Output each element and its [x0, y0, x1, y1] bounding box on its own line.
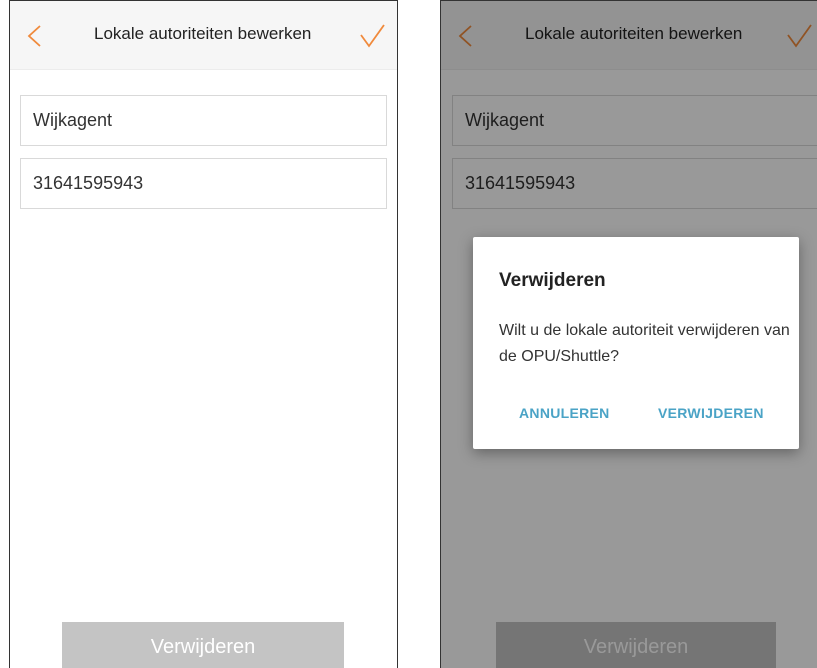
confirm-delete-button[interactable]: VERWIJDEREN	[658, 405, 764, 421]
dialog-title: Verwijderen	[499, 270, 606, 291]
edit-authority-screen: Lokale autoriteiten bewerken Wijkagent 3…	[9, 0, 398, 668]
chevron-left-icon	[27, 25, 41, 47]
delete-confirm-dialog: Verwijderen Wilt u de lokale autoriteit …	[473, 237, 799, 449]
delete-button[interactable]: Verwijderen	[62, 622, 344, 668]
save-button[interactable]	[357, 21, 389, 51]
dialog-message: Wilt u de lokale autoriteit verwijderen …	[499, 322, 790, 365]
edit-authority-screen-with-dialog: Lokale autoriteiten bewerken Wijkagent 3…	[440, 0, 817, 668]
back-button[interactable]	[22, 21, 50, 51]
name-field[interactable]: Wijkagent	[20, 95, 387, 146]
checkmark-icon	[360, 24, 385, 48]
page-title: Lokale autoriteiten bewerken	[94, 24, 312, 43]
phone-field[interactable]: 31641595943	[20, 158, 387, 209]
cancel-button[interactable]: ANNULEREN	[519, 405, 610, 421]
app-header: Lokale autoriteiten bewerken	[10, 1, 397, 70]
